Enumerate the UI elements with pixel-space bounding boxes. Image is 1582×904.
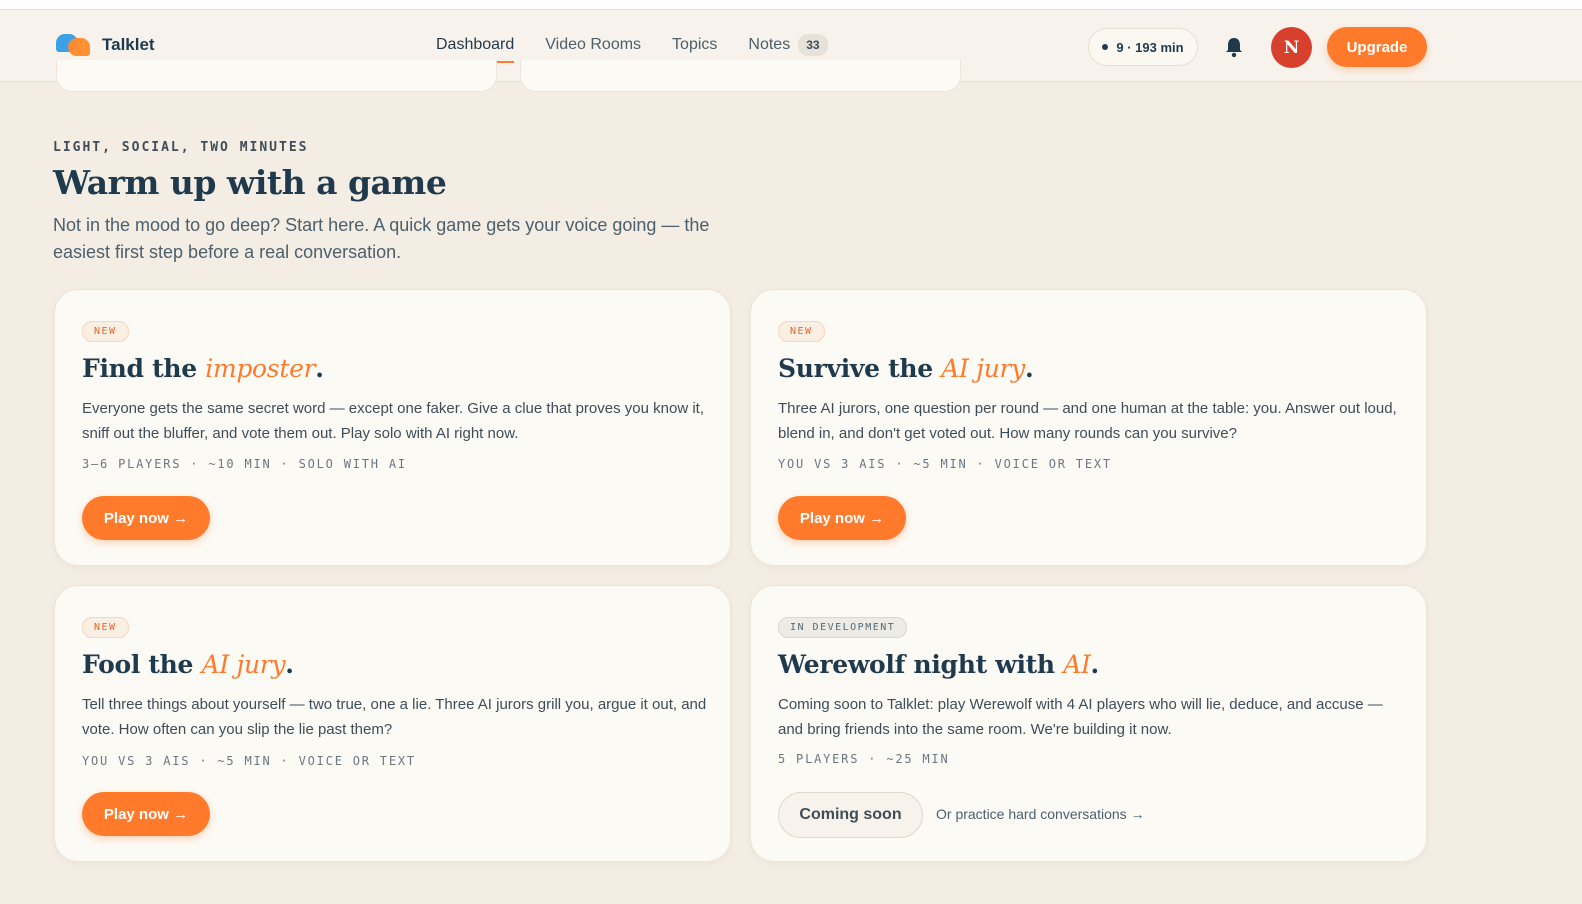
new-tag: NEW — [82, 321, 129, 342]
card-title: Werewolf night with AI. — [778, 650, 1099, 679]
card-description: Coming soon to Talklet: play Werewolf wi… — [778, 696, 1383, 738]
play-now-button[interactable]: Play now → — [778, 496, 906, 540]
new-tag: NEW — [778, 321, 825, 342]
game-card-imposter: NEW Find the imposter. Everyone gets the… — [54, 289, 731, 566]
chat-bubbles-logo-icon — [56, 32, 94, 58]
in-development-tag: IN DEVELOPMENT — [778, 617, 908, 638]
minutes-value: 9 · 193 min — [1116, 39, 1184, 55]
bell-icon[interactable] — [1224, 36, 1244, 58]
coming-soon-button[interactable]: Coming soon — [778, 792, 923, 838]
new-tag: NEW — [82, 617, 129, 638]
nav-dashboard[interactable]: Dashboard — [436, 36, 515, 63]
card-meta: 5 PLAYERS · ~25 MIN — [778, 752, 950, 766]
play-now-button[interactable]: Play now → — [82, 496, 210, 540]
card-title: Fool the AI jury. — [82, 650, 294, 679]
play-now-button[interactable]: Play now → — [82, 792, 210, 836]
nav-notes-label: Notes — [748, 36, 791, 53]
game-card-fool-jury: NEW Fool the AI jury. Tell three things … — [54, 585, 731, 862]
nav-dashboard-label: Dashboard — [436, 36, 515, 53]
notes-count-badge: 33 — [798, 34, 828, 56]
nav-video-rooms-label: Video Rooms — [545, 36, 642, 53]
section-title: Warm up with a game — [53, 163, 447, 202]
nav-notes[interactable]: Notes 33 — [748, 34, 828, 62]
nav-topics[interactable]: Topics — [672, 36, 717, 60]
minutes-counter[interactable]: 9 · 193 min — [1088, 28, 1198, 66]
section-eyebrow: LIGHT, SOCIAL, TWO MINUTES — [53, 140, 309, 155]
previous-card-bottom-edge — [56, 60, 497, 92]
game-card-survive-jury: NEW Survive the AI jury. Three AI jurors… — [750, 289, 1427, 566]
upgrade-button[interactable]: Upgrade — [1327, 27, 1427, 67]
status-dot-icon — [1102, 44, 1109, 50]
browser-top-strip — [0, 0, 1582, 10]
main-nav: Dashboard Video Rooms Topics Notes 33 — [436, 34, 828, 63]
card-meta: YOU VS 3 AIS · ~5 MIN · VOICE OR TEXT — [82, 754, 416, 768]
brand-logo[interactable]: Talklet — [56, 32, 155, 58]
section-description: Not in the mood to go deep? Start here. … — [53, 215, 710, 262]
card-description: Everyone gets the same secret word — exc… — [82, 400, 704, 442]
nav-video-rooms[interactable]: Video Rooms — [545, 36, 641, 60]
card-meta: 3–6 PLAYERS · ~10 MIN · SOLO WITH AI — [82, 457, 407, 471]
card-title: Find the imposter. — [82, 354, 324, 383]
card-description: Three AI jurors, one question per round … — [778, 400, 1397, 442]
practice-hard-conversations-link[interactable]: Or practice hard conversations → — [936, 806, 1145, 822]
card-description: Tell three things about yourself — two t… — [82, 696, 707, 738]
card-meta: YOU VS 3 AIS · ~5 MIN · VOICE OR TEXT — [778, 457, 1112, 471]
avatar[interactable]: N — [1271, 27, 1312, 68]
game-card-werewolf: IN DEVELOPMENT Werewolf night with AI. C… — [750, 585, 1427, 862]
brand-name: Talklet — [102, 35, 155, 54]
card-title: Survive the AI jury. — [778, 354, 1034, 383]
previous-card-bottom-edge — [520, 60, 961, 92]
nav-topics-label: Topics — [672, 36, 718, 53]
